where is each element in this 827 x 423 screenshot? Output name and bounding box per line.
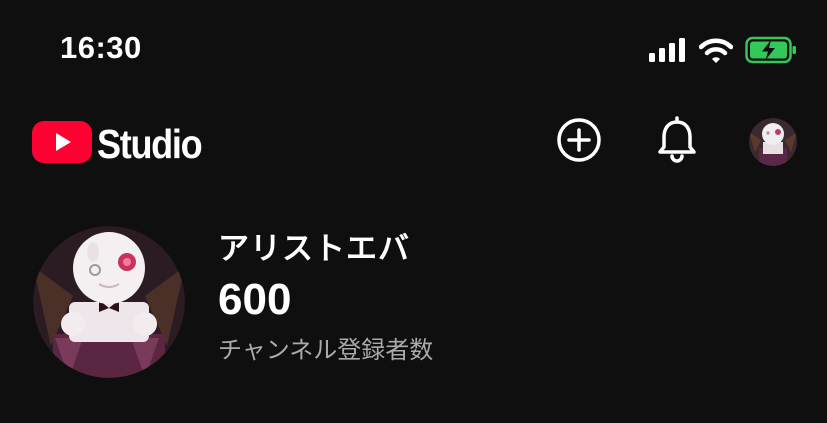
- cellular-signal-icon: [649, 38, 687, 62]
- status-bar: 16:30: [0, 0, 827, 96]
- logo-text: Studio: [97, 121, 203, 167]
- status-time: 16:30: [60, 30, 142, 65]
- account-avatar[interactable]: [749, 118, 797, 166]
- battery-charging-icon: [745, 36, 797, 64]
- subscriber-count: 600: [218, 275, 292, 325]
- notifications-button[interactable]: [653, 115, 701, 169]
- youtube-play-icon: [32, 121, 92, 168]
- notification-bell-icon: [655, 115, 699, 169]
- create-plus-icon: [555, 116, 603, 169]
- wifi-icon: [699, 38, 733, 63]
- header-actions: [555, 115, 797, 169]
- studio-logo[interactable]: Studio: [32, 121, 216, 168]
- app-header: Studio: [0, 112, 827, 172]
- channel-info: アリストエバ 600 チャンネル登録者数: [218, 226, 618, 365]
- channel-avatar[interactable]: [33, 226, 185, 378]
- channel-name: アリストエバ: [218, 231, 410, 267]
- status-icons: [649, 36, 797, 64]
- create-button[interactable]: [555, 116, 603, 169]
- subscriber-label: チャンネル登録者数: [218, 336, 434, 365]
